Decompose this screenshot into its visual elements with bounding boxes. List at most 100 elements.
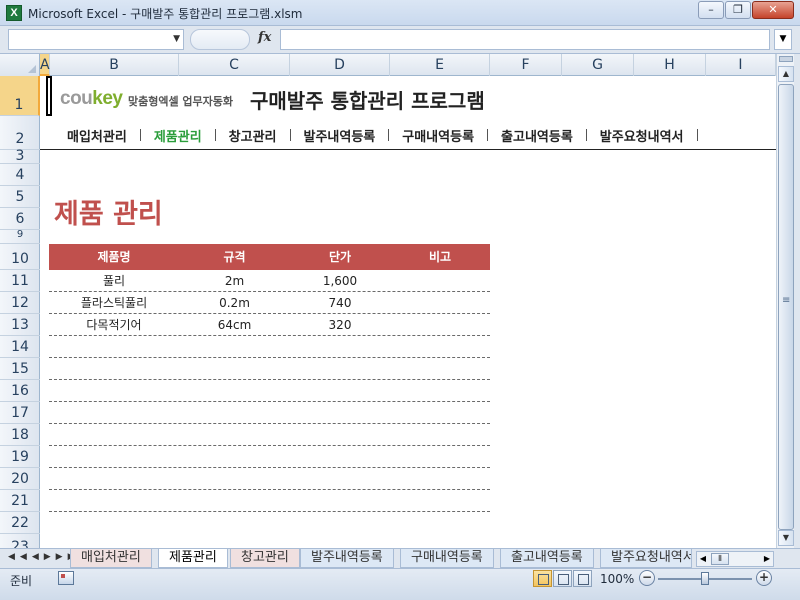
nav-item-shipment-entry[interactable]: 출고내역등록 — [488, 126, 586, 145]
row-header-20[interactable]: 20 — [0, 468, 40, 490]
table-cell[interactable] — [390, 402, 490, 424]
nav-item-product[interactable]: 제품관리 — [141, 126, 215, 145]
column-header-h[interactable]: H — [634, 54, 706, 76]
nav-item-purchase-entry[interactable]: 구매내역등록 — [389, 126, 487, 145]
column-header-i[interactable]: I — [706, 54, 776, 76]
formula-cancel-enter[interactable] — [190, 29, 250, 50]
row-header-10[interactable]: 10 — [0, 244, 40, 270]
close-button[interactable]: ✕ — [752, 1, 794, 19]
page-layout-view-button[interactable] — [553, 570, 572, 587]
table-cell[interactable] — [49, 490, 179, 512]
chevron-down-icon[interactable]: ▼ — [173, 30, 180, 49]
column-header-f[interactable]: F — [490, 54, 562, 76]
column-header-a[interactable]: A — [40, 54, 50, 76]
table-row[interactable] — [49, 380, 490, 402]
minimize-button[interactable]: – — [698, 1, 724, 19]
name-box[interactable]: ▼ — [8, 29, 184, 50]
table-row[interactable]: 풀리 2m 1,600 — [49, 270, 490, 292]
row-header-5[interactable]: 5 — [0, 186, 40, 208]
table-cell[interactable] — [290, 380, 390, 402]
table-cell[interactable] — [179, 490, 290, 512]
macro-record-icon[interactable] — [58, 571, 74, 585]
table-cell[interactable] — [49, 336, 179, 358]
table-cell[interactable] — [49, 380, 179, 402]
active-cell-a1[interactable] — [46, 76, 52, 116]
row-header-6[interactable]: 6 — [0, 208, 40, 230]
zoom-level[interactable]: 100% — [600, 572, 634, 586]
page-break-view-button[interactable] — [573, 570, 592, 587]
table-cell[interactable] — [290, 468, 390, 490]
column-header-e[interactable]: E — [390, 54, 490, 76]
horizontal-scroll-thumb[interactable]: ⦀ — [711, 553, 729, 565]
table-cell[interactable] — [390, 468, 490, 490]
table-cell[interactable] — [290, 446, 390, 468]
table-cell[interactable] — [390, 270, 490, 292]
table-cell[interactable] — [49, 446, 179, 468]
vertical-scrollbar[interactable]: ▲ ▼ — [776, 54, 794, 548]
sheet-tab-warehouse[interactable]: 창고관리 — [230, 549, 300, 568]
table-cell[interactable] — [290, 424, 390, 446]
column-header-c[interactable]: C — [179, 54, 290, 76]
table-cell[interactable] — [390, 314, 490, 336]
normal-view-button[interactable] — [533, 570, 552, 587]
expand-formula-icon[interactable]: ▼ — [774, 29, 792, 50]
table-cell[interactable] — [179, 336, 290, 358]
row-header-23[interactable]: 23 — [0, 534, 40, 548]
table-cell[interactable] — [290, 358, 390, 380]
column-header-b[interactable]: B — [50, 54, 179, 76]
table-cell[interactable] — [49, 424, 179, 446]
table-row[interactable]: 플라스틱풀리 0.2m 740 — [49, 292, 490, 314]
tab-scroll-buttons[interactable]: ◀◀◀▶▶▶ — [8, 552, 80, 562]
table-row[interactable] — [49, 336, 490, 358]
horizontal-scrollbar[interactable]: ◀ ⦀ ▶ — [696, 551, 774, 567]
row-header-22[interactable]: 22 — [0, 512, 40, 534]
table-cell[interactable] — [290, 490, 390, 512]
table-cell[interactable] — [390, 446, 490, 468]
scroll-left-icon[interactable]: ◀ — [698, 552, 708, 566]
row-header-15[interactable]: 15 — [0, 358, 40, 380]
table-row[interactable] — [49, 424, 490, 446]
maximize-button[interactable]: ❐ — [725, 1, 751, 19]
row-header-4[interactable]: 4 — [0, 164, 40, 186]
row-header-19[interactable]: 19 — [0, 446, 40, 468]
nav-item-supplier[interactable]: 매입처관리 — [54, 126, 140, 145]
table-cell[interactable] — [290, 402, 390, 424]
row-header-11[interactable]: 11 — [0, 270, 40, 292]
table-cell[interactable]: 320 — [290, 314, 390, 336]
table-row[interactable] — [49, 490, 490, 512]
table-cell[interactable] — [179, 358, 290, 380]
table-cell[interactable] — [179, 468, 290, 490]
row-header-2[interactable]: 2 — [0, 116, 40, 150]
sheet-tab-shipment-entry[interactable]: 출고내역등록 — [500, 549, 594, 568]
table-cell[interactable] — [179, 402, 290, 424]
sheet-tab-order-request[interactable]: 발주요청내역서 — [600, 549, 692, 568]
scroll-right-icon[interactable]: ▶ — [762, 552, 772, 566]
table-cell[interactable] — [390, 336, 490, 358]
row-header-17[interactable]: 17 — [0, 402, 40, 424]
sheet-tab-purchase-entry[interactable]: 구매내역등록 — [400, 549, 494, 568]
row-header-9[interactable]: 9 — [0, 230, 40, 244]
table-cell[interactable] — [390, 380, 490, 402]
zoom-in-button[interactable]: + — [756, 570, 772, 586]
table-row[interactable] — [49, 446, 490, 468]
sheet-tab-product[interactable]: 제품관리 — [158, 549, 228, 568]
row-header-13[interactable]: 13 — [0, 314, 40, 336]
insert-function-icon[interactable]: fx — [258, 30, 271, 45]
table-cell[interactable] — [390, 358, 490, 380]
table-cell[interactable]: 다목적기어 — [49, 314, 179, 336]
table-cell[interactable] — [390, 424, 490, 446]
table-cell[interactable] — [49, 468, 179, 490]
column-header-g[interactable]: G — [562, 54, 634, 76]
excel-app-icon[interactable]: X — [6, 5, 22, 21]
table-cell[interactable]: 1,600 — [290, 270, 390, 292]
row-header-3[interactable]: 3 — [0, 149, 40, 164]
table-cell[interactable]: 풀리 — [49, 270, 179, 292]
row-header-1[interactable]: 1 — [0, 76, 40, 116]
nav-item-order-entry[interactable]: 발주내역등록 — [291, 126, 389, 145]
row-header-12[interactable]: 12 — [0, 292, 40, 314]
table-cell[interactable]: 플라스틱풀리 — [49, 292, 179, 314]
scroll-down-icon[interactable]: ▼ — [778, 530, 794, 546]
row-header-18[interactable]: 18 — [0, 424, 40, 446]
row-header-14[interactable]: 14 — [0, 336, 40, 358]
table-row[interactable] — [49, 358, 490, 380]
